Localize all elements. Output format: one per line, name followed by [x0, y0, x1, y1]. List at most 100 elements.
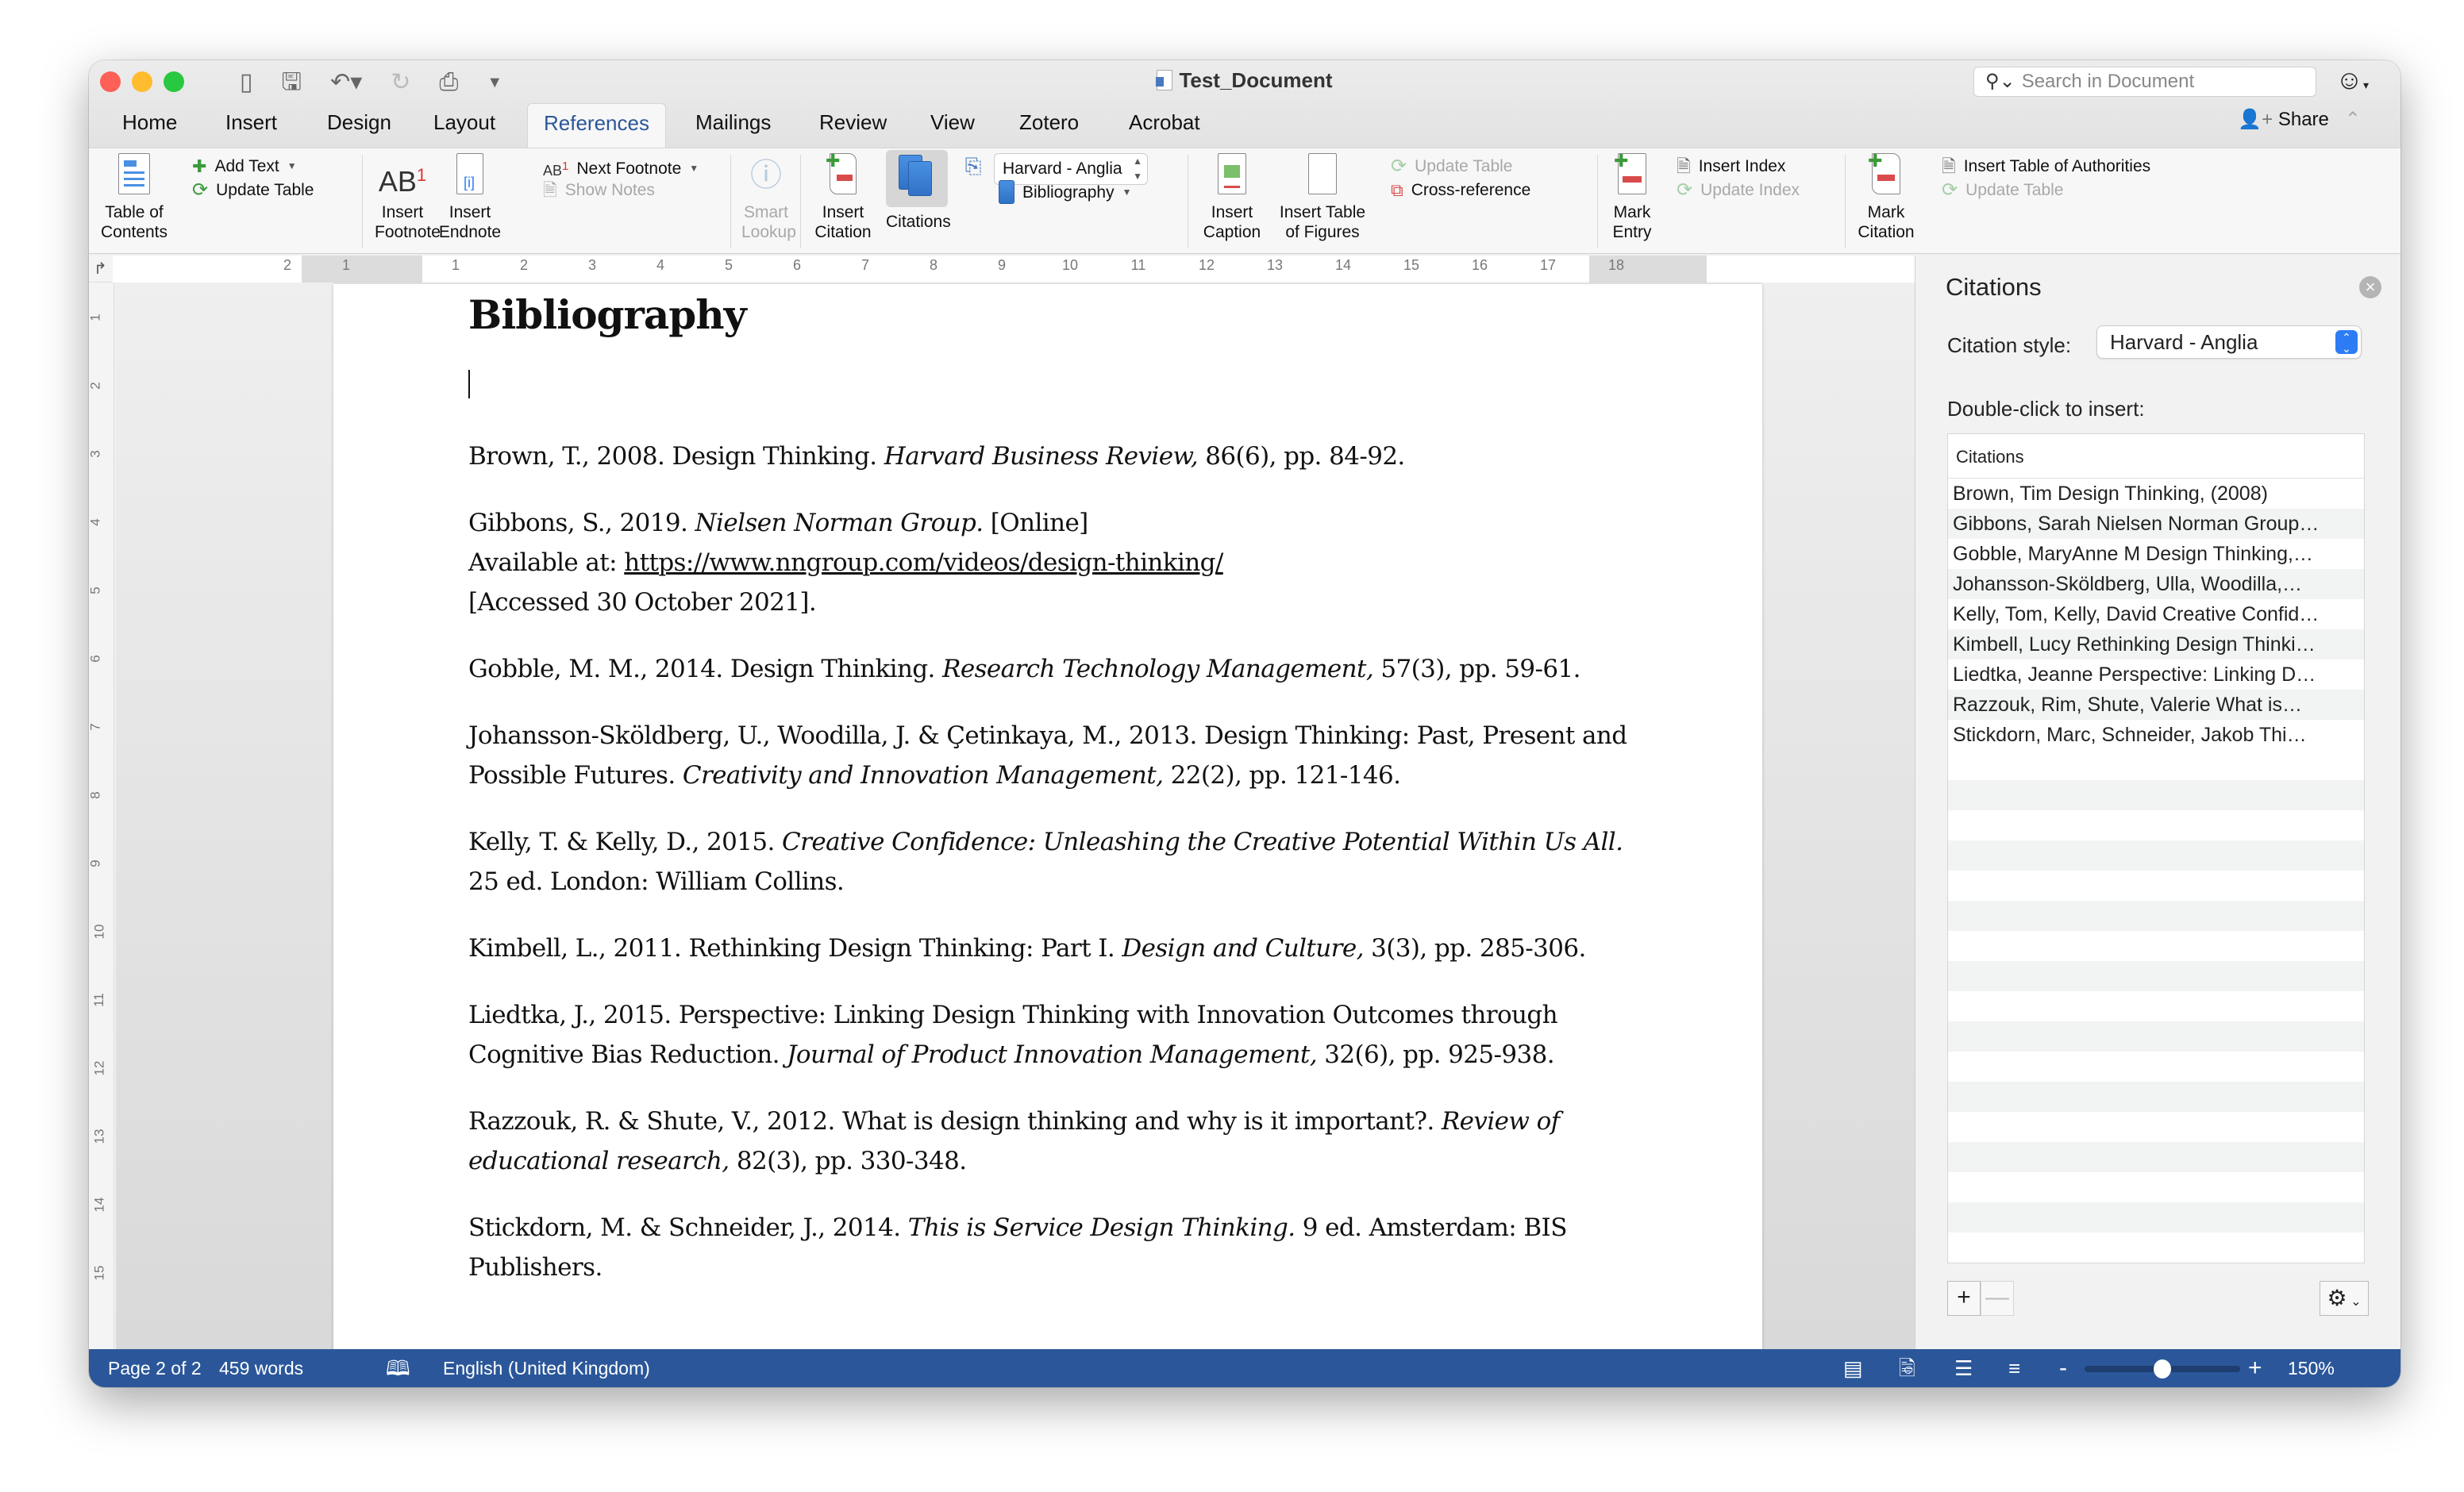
zoom-in-button[interactable]: +	[2248, 1349, 2262, 1387]
update-table-toc-button[interactable]: ⟳ Update Table	[192, 180, 314, 200]
ruler-tick-label: 8	[89, 791, 103, 799]
citation-style-dropdown[interactable]: Harvard - Anglia ⌃ ⌄	[2096, 325, 2362, 359]
insert-tof-label-2: of Figures	[1285, 223, 1360, 241]
ruler-tick-label: 7	[860, 257, 870, 273]
entry-text: Stickdorn, M. & Schneider, J., 2014.	[468, 1213, 908, 1242]
table-of-contents-button[interactable]: Table of Contents	[98, 153, 170, 242]
citations-label: Citations	[886, 213, 951, 231]
document-page[interactable]: Bibliography Brown, T., 2008. Design Thi…	[333, 284, 1762, 1387]
bibliography-entry: Gobble, M. M., 2014. Design Thinking. Re…	[468, 649, 1643, 689]
update-table-figures-button[interactable]: ⟳ Update Table	[1391, 156, 1512, 176]
update-table-authorities-button[interactable]: ⟳ Update Table	[1942, 180, 2063, 200]
add-text-button[interactable]: ✚ Add Text ▼	[192, 156, 297, 176]
search-input[interactable]: ⚲⌄ Search in Document	[1973, 67, 2316, 97]
ruler-tick-label: 2	[89, 382, 103, 390]
citation-list-item[interactable]: Liedtka, Jeanne Perspective: Linking D…	[1948, 659, 2364, 690]
citation-list-item[interactable]: Razzouk, Rim, Shute, Valerie What is…	[1948, 690, 2364, 720]
mark-citation-button[interactable]: ✚ Mark Citation	[1856, 151, 1916, 242]
next-footnote-button[interactable]: AB1 Next Footnote ▼	[543, 156, 699, 181]
tab-zotero[interactable]: Zotero	[1003, 103, 1095, 149]
tab-view[interactable]: View	[914, 103, 991, 149]
tab-references[interactable]: References	[527, 103, 666, 149]
proofing-icon[interactable]: 🕮	[386, 1349, 410, 1387]
insert-index-label: Insert Index	[1698, 157, 1786, 175]
manage-sources-icon[interactable]: ⎘	[961, 156, 986, 183]
bibliography-entries: Brown, T., 2008. Design Thinking. Harvar…	[468, 436, 1643, 1287]
ruler-tick-label: 12	[91, 1060, 107, 1076]
entry-text: Kimbell, L., 2011. Rethinking Design Thi…	[468, 934, 1122, 963]
citation-list-item[interactable]: Johansson-Sköldberg, Ulla, Woodilla,…	[1948, 569, 2364, 599]
print-layout-icon[interactable]: ▤	[1843, 1349, 1863, 1387]
vertical-ruler[interactable]: 1 2 3 4 5 6 7 8 9 10 11 12 13 14 15	[89, 283, 114, 1387]
share-button[interactable]: 👤+ Share ⌃	[2238, 108, 2361, 131]
smart-lookup-label-2: Lookup	[741, 223, 796, 241]
mark-citation-icon: ✚	[1868, 151, 1900, 194]
page-count[interactable]: Page 2 of 2	[108, 1349, 202, 1387]
bibliography-entry: Gibbons, S., 2019. Nielsen Norman Group.…	[468, 503, 1643, 622]
citation-list-item[interactable]: Kimbell, Lucy Rethinking Design Thinki…	[1948, 629, 2364, 659]
citations-button[interactable]	[886, 150, 948, 207]
insert-index-button[interactable]: 🗎 Insert Index	[1677, 156, 1785, 176]
settings-gear-button[interactable]: ⚙ ⌄	[2320, 1281, 2369, 1316]
insert-table-of-authorities-button[interactable]: 🗎 Insert Table of Authorities	[1942, 156, 2150, 176]
close-pane-icon[interactable]: ×	[2359, 276, 2381, 298]
zoom-out-button[interactable]: -	[2059, 1349, 2067, 1387]
horizontal-ruler[interactable]: ↱ 2 1 1 2 3 4 5 6 7 8 9 10 11 12 13 14 15 16 17 18	[89, 256, 1915, 283]
web-layout-icon[interactable]: 🗟	[1899, 1349, 1915, 1387]
ruler-tick-label: 13	[1266, 257, 1284, 273]
bibliography-button[interactable]: Bibliography ▼	[999, 180, 1131, 204]
ruler-tick-label: 1	[451, 257, 460, 273]
tab-home[interactable]: Home	[106, 103, 193, 149]
tab-acrobat[interactable]: Acrobat	[1113, 103, 1216, 149]
ruler-tick-label: 12	[1198, 257, 1215, 273]
word-document-icon	[1156, 70, 1173, 90]
tab-design[interactable]: Design	[311, 103, 407, 149]
outline-view-icon[interactable]: ☰	[1954, 1349, 1973, 1387]
zoom-slider-knob[interactable]	[2154, 1359, 2171, 1379]
citation-style-dropdown-value: Harvard - Anglia	[2110, 330, 2258, 354]
update-index-button[interactable]: ⟳ Update Index	[1677, 180, 1800, 200]
mark-entry-button[interactable]: ✚ Mark Entry	[1608, 151, 1656, 242]
document-title-text: Test_Document	[1179, 68, 1333, 92]
add-citation-button[interactable]: +	[1947, 1281, 1981, 1316]
empty-list-row	[1948, 1202, 2364, 1232]
insert-citation-label-2: Citation	[814, 223, 872, 241]
word-count[interactable]: 459 words	[219, 1349, 303, 1387]
insert-footnote-button[interactable]: AB1 Insert Footnote	[375, 153, 441, 242]
show-notes-button[interactable]: 🗎 Show Notes	[543, 180, 655, 200]
insert-caption-button[interactable]: Insert Caption	[1200, 153, 1264, 242]
language-indicator[interactable]: English (United Kingdom)	[443, 1349, 650, 1387]
remove-citation-button[interactable]: —	[1981, 1281, 2014, 1316]
next-footnote-icon: AB1	[543, 160, 569, 179]
cross-reference-button[interactable]: ⧉ Cross-reference	[1391, 180, 1530, 200]
citation-list-item[interactable]: Kelly, Tom, Kelly, David Creative Confid…	[1948, 599, 2364, 629]
smart-lookup-button[interactable]: ⓘ Smart Lookup	[741, 153, 796, 242]
empty-list-row	[1948, 840, 2364, 871]
insert-tof-label-1: Insert Table	[1279, 203, 1366, 221]
insert-table-of-figures-button[interactable]: Insert Table of Figures	[1275, 153, 1370, 242]
feedback-smiley-icon[interactable]: ☺▾	[2335, 65, 2369, 96]
citation-list-item[interactable]: Gobble, MaryAnne M Design Thinking,…	[1948, 539, 2364, 569]
citation-list-item[interactable]: Brown, Tim Design Thinking, (2008)	[1948, 479, 2364, 509]
tab-review[interactable]: Review	[803, 103, 903, 149]
url-link[interactable]: https://www.nngroup.com/videos/design-th…	[624, 548, 1223, 577]
draft-view-icon[interactable]: ≡	[2008, 1349, 2020, 1387]
empty-list-row	[1948, 1232, 2364, 1263]
smart-lookup-label-1: Smart	[743, 203, 788, 221]
tab-mailings[interactable]: Mailings	[680, 103, 787, 149]
entry-text: Gibbons, S., 2019.	[468, 509, 695, 537]
insert-endnote-button[interactable]: [i] Insert Endnote	[438, 153, 502, 242]
citations-list[interactable]: Citations Brown, Tim Design Thinking, (2…	[1947, 433, 2365, 1263]
bibliography-icon	[999, 180, 1014, 204]
insert-caption-label-2: Caption	[1203, 223, 1261, 241]
zoom-level[interactable]: 150%	[2288, 1349, 2335, 1387]
entry-text: 22(2), pp. 121-146.	[1163, 761, 1401, 790]
citation-list-item[interactable]: Gibbons, Sarah Nielsen Norman Group…	[1948, 509, 2364, 539]
insert-citation-button[interactable]: ✚ Insert Citation	[813, 151, 873, 242]
tab-stop-icon[interactable]: ↱	[94, 259, 107, 279]
citation-list-item[interactable]: Stickdorn, Marc, Schneider, Jakob Thi…	[1948, 720, 2364, 750]
tab-insert[interactable]: Insert	[210, 103, 293, 149]
collapse-ribbon-icon[interactable]: ⌃	[2345, 109, 2361, 130]
tab-layout[interactable]: Layout	[418, 103, 511, 149]
bibliography-heading: Bibliography	[468, 291, 747, 338]
